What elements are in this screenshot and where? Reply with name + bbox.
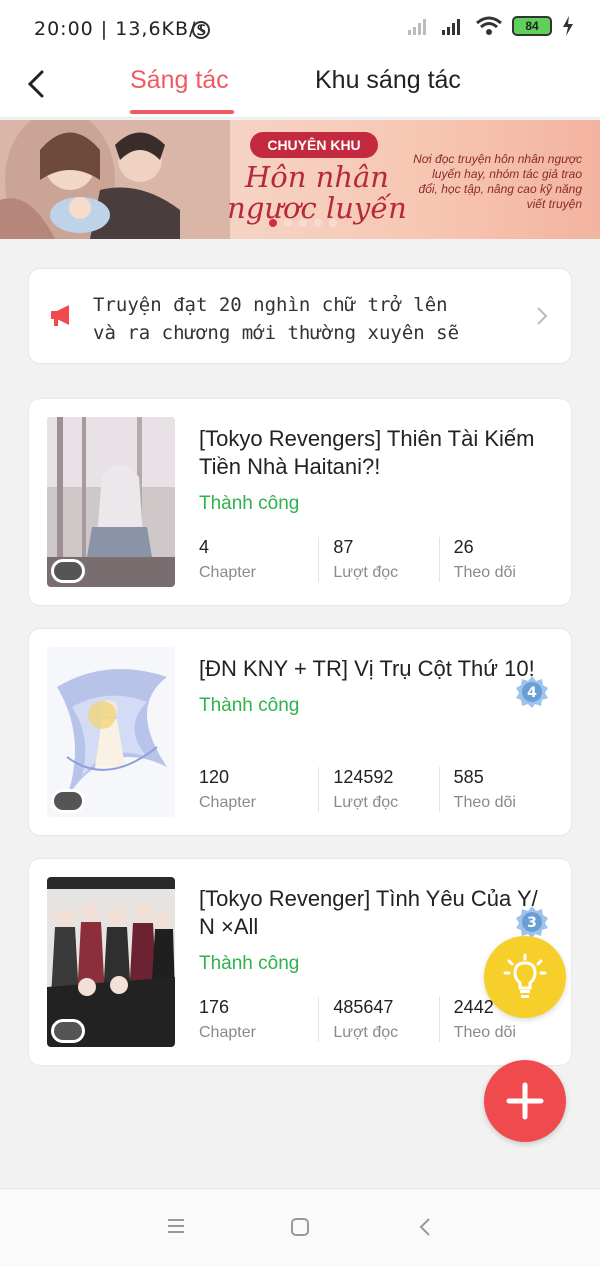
level-badge-icon: 3 xyxy=(516,906,548,938)
back-icon[interactable] xyxy=(418,1217,432,1237)
status-time: 20:00 | 13,6KB/s xyxy=(34,18,208,40)
alarm-icon xyxy=(192,21,210,39)
add-button[interactable] xyxy=(484,1060,566,1142)
stat-chapters: 4 Chapter xyxy=(199,537,256,581)
system-nav-bar xyxy=(0,1188,600,1267)
notice-card[interactable]: Truyện đạt 20 nghìn chữ trở lên và ra ch… xyxy=(28,268,572,364)
stat-follows: 585 Theo dõi xyxy=(438,767,559,812)
tab-khu-sang-tac[interactable]: Khu sáng tác xyxy=(315,66,461,95)
menu-icon[interactable] xyxy=(166,1217,186,1235)
comment-icon xyxy=(51,789,85,813)
charging-icon xyxy=(563,16,573,36)
wifi-icon xyxy=(476,16,502,35)
home-icon[interactable] xyxy=(290,1217,310,1237)
banner-pager-dots xyxy=(269,219,337,227)
promo-banner[interactable]: CHUYÊN KHU Hôn nhân ngược luyến Nơi đọc … xyxy=(0,120,600,239)
plus-icon xyxy=(506,1082,544,1120)
signal-icon xyxy=(442,19,460,35)
svg-text:3: 3 xyxy=(527,915,537,931)
svg-text:4: 4 xyxy=(527,685,537,701)
status-icons: 84 xyxy=(408,16,574,36)
work-title[interactable]: [ĐN KNY + TR] Vị Trụ Cột Thứ 10! xyxy=(199,655,559,683)
comment-icon xyxy=(51,559,85,583)
status-bar: 20:00 | 13,6KB/s 84 xyxy=(0,0,600,58)
notice-text: Truyện đạt 20 nghìn chữ trở lên và ra ch… xyxy=(93,294,460,344)
lightbulb-icon xyxy=(503,953,547,998)
work-title[interactable]: [Tokyo Revengers] Thiên Tài Kiếm Tiền Nh… xyxy=(199,425,559,481)
banner-title: Hôn nhân ngược luyến xyxy=(227,160,407,225)
banner-description: Nơi đọc truyện hôn nhân ngược luyến hay,… xyxy=(413,152,582,211)
stat-reads: 124592 Lượt đọc xyxy=(318,767,438,812)
signal-icon xyxy=(408,19,426,35)
tab-sang-tac[interactable]: Sáng tác xyxy=(130,66,229,95)
idea-button[interactable] xyxy=(484,936,566,1018)
back-arrow-icon[interactable] xyxy=(22,66,52,102)
megaphone-icon xyxy=(51,305,69,326)
work-title[interactable]: [Tokyo Revenger] Tình Yêu Của Y/ N ×All xyxy=(199,885,559,941)
work-status: Thành công xyxy=(199,695,300,716)
work-card[interactable]: [ĐN KNY + TR] Vị Trụ Cột Thứ 10! Thành c… xyxy=(28,628,572,836)
top-nav: Sáng tác Khu sáng tác xyxy=(0,58,600,118)
work-card[interactable]: [Tokyo Revengers] Thiên Tài Kiếm Tiền Nh… xyxy=(28,398,572,606)
battery-icon: 84 xyxy=(512,16,552,36)
work-stats: 4 Chapter 87 Lượt đọc 26 Theo dõi xyxy=(199,537,559,582)
banner-illustration xyxy=(0,120,230,239)
work-status: Thành công xyxy=(199,953,300,974)
stat-chapters: 176 Chapter xyxy=(199,997,256,1041)
tab-active-underline xyxy=(130,110,234,114)
level-badge-icon: 4 xyxy=(516,676,548,708)
stat-follows: 26 Theo dõi xyxy=(438,537,559,582)
stat-reads: 87 Lượt đọc xyxy=(318,537,438,582)
chevron-right-icon xyxy=(537,307,548,325)
work-stats: 120 Chapter 124592 Lượt đọc 585 Theo dõi xyxy=(199,767,559,812)
stat-reads: 485647 Lượt đọc xyxy=(318,997,438,1042)
comment-icon xyxy=(51,1019,85,1043)
banner-pill: CHUYÊN KHU xyxy=(250,132,378,158)
work-status: Thành công xyxy=(199,493,300,514)
stat-chapters: 120 Chapter xyxy=(199,767,256,811)
